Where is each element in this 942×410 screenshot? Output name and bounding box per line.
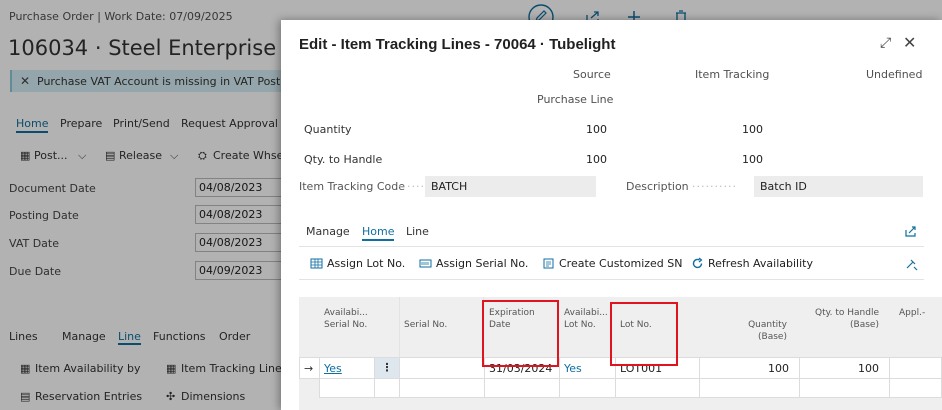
availability-serial-link[interactable]: Yes — [324, 362, 342, 375]
quantity-label: Quantity — [304, 123, 352, 136]
item-tracking-dialog: Edit - Item Tracking Lines - 70064 · Tub… — [281, 20, 942, 410]
create-customized-sn-label: Create Customized SN — [559, 257, 683, 270]
cell-quantity-base[interactable]: 100 — [699, 357, 800, 379]
availability-lot-link[interactable]: Yes — [564, 362, 582, 375]
cell-appl[interactable] — [889, 357, 942, 379]
quantity-tracking-value: 100 — [742, 123, 763, 136]
share-icon[interactable] — [904, 224, 918, 238]
dialog-title: Edit - Item Tracking Lines - 70064 · Tub… — [299, 36, 616, 53]
tab-home[interactable]: Home — [362, 225, 395, 241]
document-icon — [543, 258, 554, 269]
close-icon[interactable]: ✕ — [903, 33, 916, 52]
header-line: Availabi... — [564, 308, 608, 318]
source-subheader: Purchase Line — [537, 93, 614, 106]
header-qty-to-handle-base: Qty. to Handle (Base) — [809, 307, 879, 331]
new-row-cell[interactable] — [699, 378, 800, 398]
expiration-highlight — [482, 300, 559, 367]
new-row-cell[interactable] — [374, 378, 400, 398]
header-line: Serial No. — [324, 320, 368, 330]
header-line: (Base) — [850, 320, 879, 330]
header-line: Lot No. — [564, 320, 596, 330]
item-tracking-code-field[interactable]: BATCH — [425, 176, 596, 197]
header-availability-serial: Availabi... Serial No. — [324, 307, 368, 331]
new-row-cell[interactable] — [319, 378, 375, 398]
serial-icon — [419, 259, 432, 268]
qty-to-handle-tracking-value: 100 — [742, 153, 763, 166]
new-row-cell[interactable] — [399, 378, 485, 398]
column-divider — [399, 297, 400, 357]
assign-lot-button[interactable]: Assign Lot No. — [310, 257, 405, 270]
source-column-header: Source — [573, 68, 611, 81]
header-serial-no: Serial No. — [404, 320, 448, 330]
new-row-cell[interactable] — [889, 378, 942, 398]
assign-serial-button[interactable]: Assign Serial No. — [419, 257, 528, 270]
refresh-availability-button[interactable]: Refresh Availability — [691, 257, 813, 270]
item-tracking-column-header: Item Tracking — [695, 68, 770, 81]
divider — [299, 246, 924, 247]
refresh-availability-label: Refresh Availability — [708, 257, 813, 270]
new-row-cell[interactable] — [559, 378, 616, 398]
cell-availability-serial[interactable]: Yes — [319, 357, 375, 379]
header-line: Availabi... — [324, 308, 368, 318]
grid-icon — [310, 258, 323, 269]
new-row-cell[interactable] — [799, 378, 890, 398]
description-label: Description — [626, 180, 689, 193]
field-dots: ·········· — [692, 180, 737, 193]
qty-to-handle-label: Qty. to Handle — [304, 153, 383, 166]
header-quantity-base: Quantity (Base) — [748, 320, 787, 342]
cell-serial-no[interactable] — [399, 357, 485, 379]
assign-lot-label: Assign Lot No. — [327, 257, 406, 270]
expand-icon[interactable]: ⤢ — [880, 35, 891, 51]
description-field[interactable]: Batch ID — [754, 176, 923, 197]
qty-to-handle-source-value: 100 — [586, 153, 607, 166]
assign-serial-label: Assign Serial No. — [436, 257, 529, 270]
header-appl: Appl.- — [899, 308, 926, 318]
create-customized-sn-button[interactable]: Create Customized SN — [542, 257, 682, 270]
header-line: Qty. to Handle — [814, 308, 879, 318]
cell-qty-to-handle-base[interactable]: 100 — [799, 357, 890, 379]
item-tracking-code-label: Item Tracking Code — [299, 180, 405, 193]
undefined-column-header: Undefined — [866, 68, 923, 81]
refresh-icon — [692, 257, 703, 269]
quantity-source-value: 100 — [586, 123, 607, 136]
tab-manage[interactable]: Manage — [306, 225, 350, 238]
new-row-cell[interactable] — [615, 378, 700, 398]
header-availability-lot: Availabi... Lot No. — [564, 307, 608, 331]
row-selector-arrow-icon[interactable]: → — [299, 357, 320, 379]
divider — [299, 279, 924, 280]
tracking-grid: Availabi... Serial No. Serial No. Expira… — [299, 297, 942, 410]
lot-highlight — [610, 302, 678, 366]
row-menu-icon[interactable]: ⋮ — [374, 357, 400, 379]
new-row-cell[interactable] — [484, 378, 560, 398]
cell-availability-lot[interactable]: Yes — [559, 357, 616, 379]
tab-line[interactable]: Line — [406, 225, 429, 238]
personalize-icon[interactable] — [904, 257, 918, 271]
